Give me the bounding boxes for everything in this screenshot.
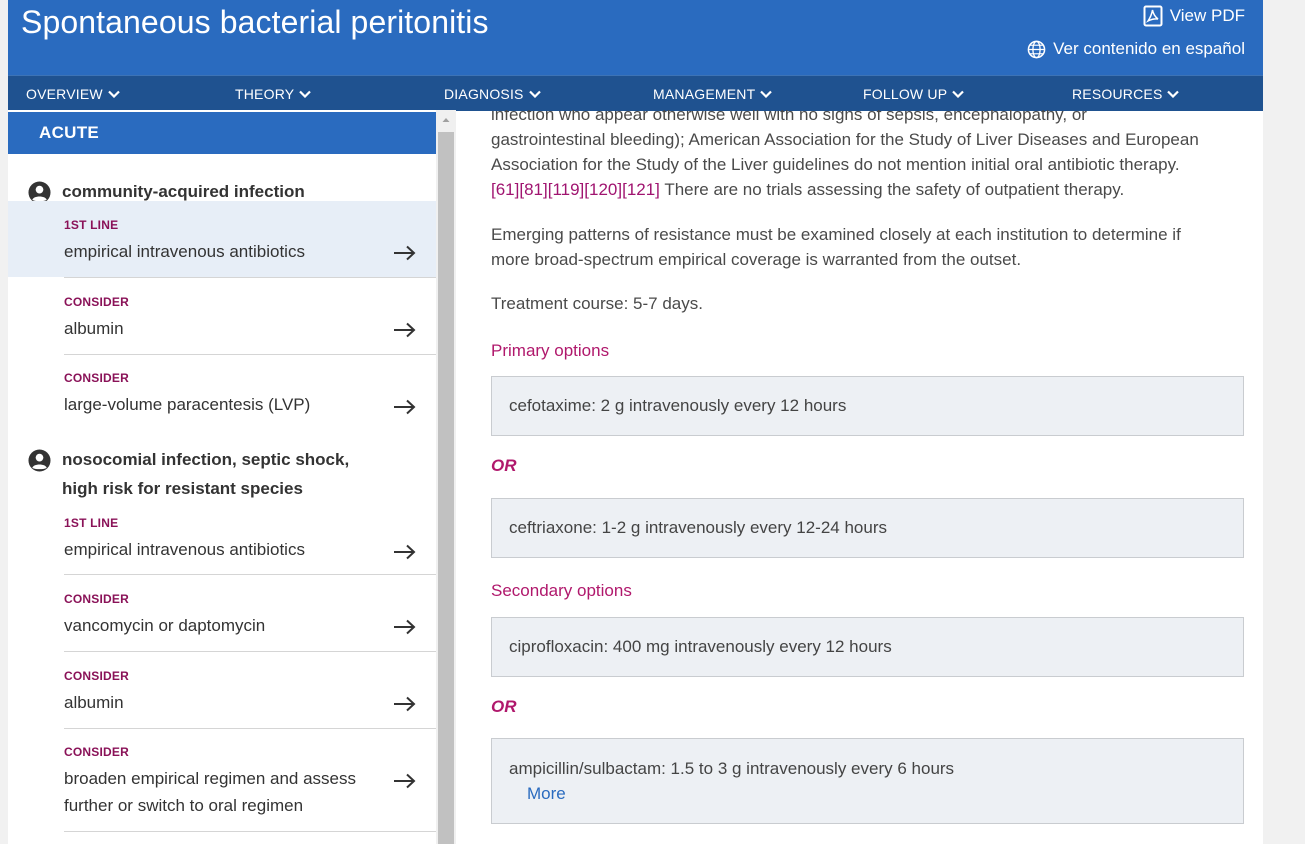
view-pdf-link[interactable]: View PDF [1143, 5, 1245, 27]
drug-dose-text: ceftriaxone: 1-2 g intravenously every 1… [509, 518, 887, 537]
page-title: Spontaneous bacterial peritonitis [21, 4, 489, 40]
treatment-algorithm-panel: ACUTE community-acquired infection 1ST L… [8, 110, 436, 844]
patient-group-title: nosocomial infection, septic shock, high… [62, 445, 349, 503]
caret-up-icon [442, 118, 450, 122]
paragraph-line: Emerging patterns of resistance must be … [491, 225, 1181, 244]
nav-theory-label: THEORY [235, 85, 295, 102]
chevron-down-icon [299, 90, 312, 98]
option-text: vancomycin or daptomycin [64, 616, 266, 635]
paragraph-line-partial: infection who appear otherwise well with… [491, 110, 1087, 124]
option-text: broaden empirical regimen and assess fur… [64, 765, 384, 819]
nav-follow-up-label: FOLLOW UP [863, 85, 948, 102]
option-text: albumin [64, 319, 124, 338]
citation-link[interactable]: [120] [584, 180, 622, 199]
arrow-right-icon [394, 773, 416, 789]
chevron-down-icon [528, 90, 541, 98]
divider [64, 831, 436, 832]
nav-resources[interactable]: RESOURCES [1072, 76, 1180, 111]
option-label: 1ST LINE [64, 516, 119, 530]
option-text: large-volume paracentesis (LVP) [64, 395, 311, 414]
or-separator: OR [491, 456, 517, 475]
citation-link[interactable]: [81] [519, 180, 547, 199]
nav-management-label: MANAGEMENT [653, 85, 756, 102]
paragraph-resistance: Emerging patterns of resistance must be … [491, 222, 1246, 272]
chevron-down-icon [1167, 90, 1180, 98]
arrow-right-icon [394, 544, 416, 560]
nav-overview[interactable]: OVERVIEW [26, 76, 120, 111]
paragraph-line: gastrointestinal bleeding); American Ass… [491, 130, 1199, 149]
arrow-right-icon [394, 322, 416, 338]
patient-group-nosocomial: nosocomial infection, septic shock, high… [28, 445, 349, 503]
nav-diagnosis-label: DIAGNOSIS [444, 85, 524, 102]
nav-management[interactable]: MANAGEMENT [653, 76, 773, 111]
primary-options-heading: Primary options [491, 341, 610, 360]
nav-theory[interactable]: THEORY [235, 76, 312, 111]
treatment-details: infection who appear otherwise well with… [491, 110, 1246, 844]
option-label: CONSIDER [64, 371, 129, 385]
drug-option-ampicillin-sulbactam: ampicillin/sulbactam: 1.5 to 3 g intrave… [491, 738, 1244, 824]
option-large-volume-paracentesis[interactable]: CONSIDER large-volume paracentesis (LVP) [8, 355, 436, 431]
option-text-line: further or switch to oral regimen [64, 796, 304, 815]
option-text-line: broaden empirical regimen and assess [64, 769, 356, 788]
left-panel-scrollbar[interactable] [436, 110, 456, 844]
citation-link[interactable]: [61] [491, 180, 519, 199]
drug-option-ceftriaxone: ceftriaxone: 1-2 g intravenously every 1… [491, 498, 1244, 558]
paragraph-antibiotic-therapy: gastrointestinal bleeding); American Ass… [491, 127, 1246, 202]
nav-resources-label: RESOURCES [1072, 85, 1163, 102]
citation-link[interactable]: [119] [548, 180, 585, 199]
citation-link[interactable]: [121] [622, 180, 660, 199]
scroll-up-button[interactable] [436, 110, 456, 130]
option-label: CONSIDER [64, 745, 129, 759]
section-acute: ACUTE [8, 112, 436, 154]
drug-dose-text: ampicillin/sulbactam: 1.5 to 3 g intrave… [509, 759, 955, 778]
chevron-down-icon [760, 90, 773, 98]
option-broaden-empirical-regimen[interactable]: CONSIDER broaden empirical regimen and a… [8, 729, 436, 831]
drug-option-cefotaxime: cefotaxime: 2 g intravenously every 12 h… [491, 376, 1244, 436]
drug-option-ciprofloxacin: ciprofloxacin: 400 mg intravenously ever… [491, 617, 1244, 677]
option-label: CONSIDER [64, 295, 129, 309]
patient-group-icon [28, 449, 51, 472]
page-header: Spontaneous bacterial peritonitis View P… [8, 0, 1263, 75]
scroll-thumb[interactable] [438, 132, 454, 844]
patient-group-title-line: nosocomial infection, septic shock, [62, 450, 350, 469]
option-label: CONSIDER [64, 592, 129, 606]
chevron-down-icon [108, 90, 120, 98]
option-albumin-nosocomial[interactable]: CONSIDER albumin [8, 652, 436, 728]
secondary-options-heading: Secondary options [491, 581, 632, 600]
drug-dose-text: ciprofloxacin: 400 mg intravenously ever… [509, 637, 892, 656]
top-navigation: OVERVIEW THEORY DIAGNOSIS MANAGEMENT FOL… [8, 75, 1263, 111]
drug-dose-text: cefotaxime: 2 g intravenously every 12 h… [509, 396, 847, 415]
app-window: Spontaneous bacterial peritonitis View P… [8, 0, 1263, 844]
arrow-right-icon [394, 245, 416, 261]
option-label: 1ST LINE [64, 218, 119, 232]
arrow-right-icon [394, 619, 416, 635]
globe-icon [1027, 40, 1046, 59]
arrow-right-icon [394, 696, 416, 712]
nav-follow-up[interactable]: FOLLOW UP [863, 76, 965, 111]
option-text: empirical intravenous antibiotics [64, 540, 305, 559]
nav-overview-label: OVERVIEW [26, 85, 103, 102]
paragraph-line: more broad-spectrum empirical coverage i… [491, 250, 1022, 269]
view-pdf-label: View PDF [1169, 6, 1245, 25]
option-label: CONSIDER [64, 669, 129, 683]
or-separator: OR [491, 697, 517, 716]
paragraph-line: Association for the Study of the Liver g… [491, 155, 1180, 174]
option-vancomycin-or-daptomycin[interactable]: CONSIDER vancomycin or daptomycin [8, 575, 436, 651]
paragraph-text: There are no trials assessing the safety… [659, 180, 1125, 199]
nav-diagnosis[interactable]: DIAGNOSIS [444, 76, 541, 111]
more-link[interactable]: More [527, 784, 566, 804]
option-empirical-iv-antibiotics-nosocomial[interactable]: 1ST LINE empirical intravenous antibioti… [8, 504, 436, 574]
option-text: albumin [64, 693, 124, 712]
option-albumin[interactable]: CONSIDER albumin [8, 278, 436, 354]
chevron-down-icon [952, 90, 965, 98]
patient-group-title-line: high risk for resistant species [62, 479, 303, 498]
spanish-content-link[interactable]: Ver contenido en español [1027, 39, 1245, 59]
option-text: empirical intravenous antibiotics [64, 242, 305, 261]
spanish-content-label: Ver contenido en español [1053, 39, 1245, 58]
treatment-course: Treatment course: 5-7 days. [491, 294, 703, 313]
paragraph-line: [61][81][119][120][121] There are no tri… [491, 177, 1246, 202]
option-empirical-iv-antibiotics[interactable]: 1ST LINE empirical intravenous antibioti… [8, 201, 436, 277]
pdf-icon [1143, 5, 1163, 27]
arrow-right-icon [394, 399, 416, 415]
